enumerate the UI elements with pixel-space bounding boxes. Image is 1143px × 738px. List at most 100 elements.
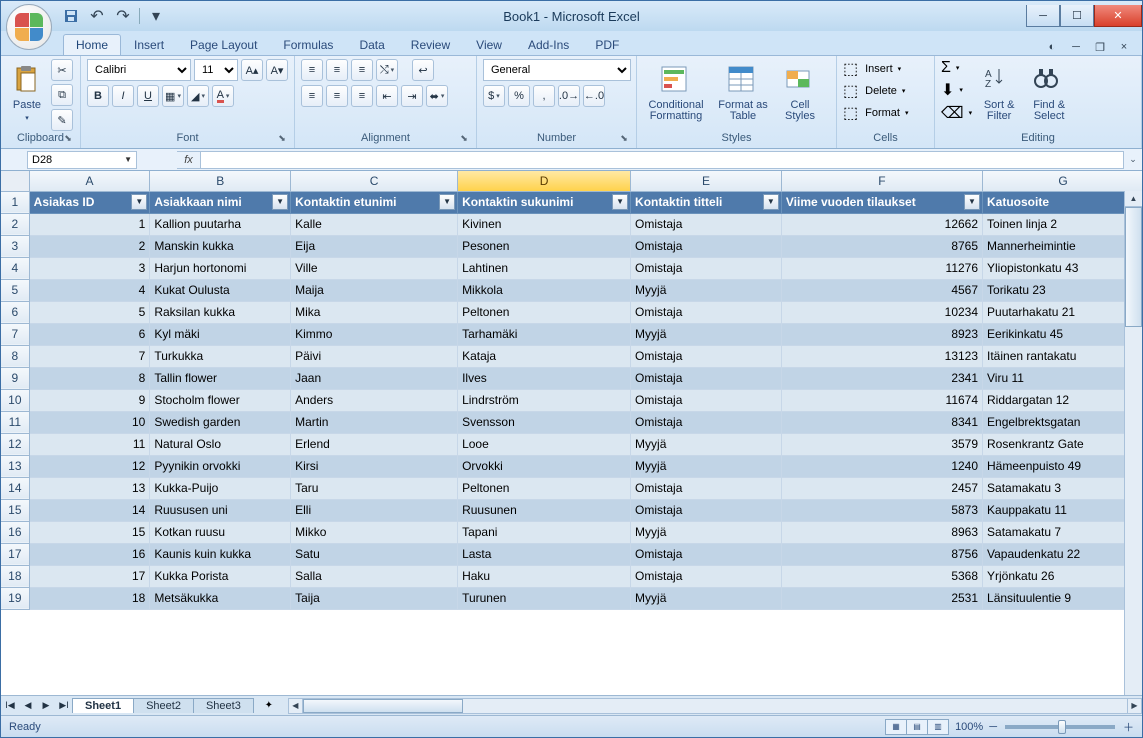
cell[interactable]: 2341 — [781, 367, 982, 389]
merge-center-button[interactable]: ⬌ — [426, 85, 448, 107]
table-header-cell[interactable]: Kontaktin sukunimi▼ — [458, 191, 631, 213]
row-header-13[interactable]: 13 — [1, 455, 29, 477]
ribbon-tab-view[interactable]: View — [463, 34, 515, 55]
cell[interactable]: Omistaja — [631, 477, 782, 499]
fill-icon[interactable]: ⬇ — [941, 80, 954, 100]
spreadsheet-grid[interactable]: ABCDEFG1Asiakas ID▼Asiakkaan nimi▼Kontak… — [1, 171, 1142, 610]
page-layout-view-button[interactable]: ▤ — [906, 719, 928, 735]
row-header-9[interactable]: 9 — [1, 367, 29, 389]
row-header-15[interactable]: 15 — [1, 499, 29, 521]
cell[interactable]: Jaan — [291, 367, 458, 389]
column-header-A[interactable]: A — [29, 171, 150, 191]
cell[interactable]: Stocholm flower — [150, 389, 291, 411]
format-as-table-button[interactable]: Format as Table — [713, 59, 773, 127]
font-name-select[interactable]: Calibri — [87, 59, 191, 81]
row-header-19[interactable]: 19 — [1, 587, 29, 609]
cell[interactable]: Raksilan kukka — [150, 301, 291, 323]
cell[interactable]: Yliopistonkatu 43 — [983, 257, 1142, 279]
percent-format-button[interactable]: % — [508, 85, 530, 107]
next-sheet-button[interactable]: ▶ — [37, 697, 55, 715]
cell[interactable]: Svensson — [458, 411, 631, 433]
filter-dropdown-button[interactable]: ▼ — [612, 194, 628, 210]
cell[interactable]: Omistaja — [631, 257, 782, 279]
cell[interactable]: Myyjä — [631, 279, 782, 301]
cell[interactable]: 11674 — [781, 389, 982, 411]
insert-function-button[interactable]: fx — [177, 151, 201, 169]
cell[interactable]: Lasta — [458, 543, 631, 565]
underline-button[interactable]: U — [137, 85, 159, 107]
cell[interactable]: Länsituulentie 9 — [983, 587, 1142, 609]
cell[interactable]: Omistaja — [631, 543, 782, 565]
cell[interactable]: 8963 — [781, 521, 982, 543]
cell[interactable]: Omistaja — [631, 367, 782, 389]
cell[interactable]: 3 — [29, 257, 150, 279]
cell[interactable]: Turkukka — [150, 345, 291, 367]
cell[interactable]: Maija — [291, 279, 458, 301]
cell[interactable]: Mannerheimintie — [983, 235, 1142, 257]
cell[interactable]: Metsäkukka — [150, 587, 291, 609]
row-header-7[interactable]: 7 — [1, 323, 29, 345]
font-color-button[interactable]: A — [212, 85, 234, 107]
cell[interactable]: Mika — [291, 301, 458, 323]
cell[interactable]: Eerikinkatu 45 — [983, 323, 1142, 345]
sheet-tab-sheet1[interactable]: Sheet1 — [72, 698, 134, 713]
cell[interactable]: 2457 — [781, 477, 982, 499]
cell[interactable]: Omistaja — [631, 235, 782, 257]
cell[interactable]: Ville — [291, 257, 458, 279]
filter-dropdown-button[interactable]: ▼ — [272, 194, 288, 210]
cell[interactable]: 12662 — [781, 213, 982, 235]
undo-icon[interactable]: ↶ — [87, 6, 107, 26]
cell[interactable]: 15 — [29, 521, 150, 543]
comma-format-button[interactable]: , — [533, 85, 555, 107]
cell[interactable]: Ruusunen — [458, 499, 631, 521]
minimize-button[interactable]: ─ — [1026, 5, 1060, 27]
row-header-10[interactable]: 10 — [1, 389, 29, 411]
close-button[interactable]: ✕ — [1094, 5, 1142, 27]
cell[interactable]: Taru — [291, 477, 458, 499]
cell[interactable]: Martin — [291, 411, 458, 433]
cell[interactable]: 13 — [29, 477, 150, 499]
cell[interactable]: Itäinen rantakatu — [983, 345, 1142, 367]
ribbon-tab-insert[interactable]: Insert — [121, 34, 177, 55]
cell[interactable]: Looe — [458, 433, 631, 455]
row-header-4[interactable]: 4 — [1, 257, 29, 279]
row-header-6[interactable]: 6 — [1, 301, 29, 323]
sheet-tab-sheet2[interactable]: Sheet2 — [133, 698, 194, 713]
cell[interactable]: 8756 — [781, 543, 982, 565]
filter-dropdown-button[interactable]: ▼ — [131, 194, 147, 210]
cell[interactable]: Manskin kukka — [150, 235, 291, 257]
ribbon-tab-page-layout[interactable]: Page Layout — [177, 34, 270, 55]
cell[interactable]: 5 — [29, 301, 150, 323]
cell[interactable]: 5873 — [781, 499, 982, 521]
filter-dropdown-button[interactable]: ▼ — [439, 194, 455, 210]
clear-icon[interactable]: ⌫ — [941, 103, 964, 123]
cell[interactable]: Taija — [291, 587, 458, 609]
cell[interactable]: Torikatu 23 — [983, 279, 1142, 301]
cell[interactable]: 11 — [29, 433, 150, 455]
cell[interactable]: 12 — [29, 455, 150, 477]
delete-cells-button[interactable]: Delete — [865, 85, 897, 97]
scroll-up-icon[interactable]: ▲ — [1125, 191, 1142, 207]
row-header-14[interactable]: 14 — [1, 477, 29, 499]
cell[interactable]: Lahtinen — [458, 257, 631, 279]
row-header-2[interactable]: 2 — [1, 213, 29, 235]
cell[interactable]: Anders — [291, 389, 458, 411]
cell[interactable]: Peltonen — [458, 301, 631, 323]
cell[interactable]: Omistaja — [631, 411, 782, 433]
cell[interactable]: Myyjä — [631, 323, 782, 345]
restore-workbook-icon[interactable]: ❐ — [1092, 39, 1108, 55]
row-header-12[interactable]: 12 — [1, 433, 29, 455]
zoom-out-button[interactable]: ─ — [989, 721, 997, 733]
cell[interactable]: Natural Oslo — [150, 433, 291, 455]
row-header-11[interactable]: 11 — [1, 411, 29, 433]
align-middle-button[interactable]: ≡ — [326, 59, 348, 81]
row-header-16[interactable]: 16 — [1, 521, 29, 543]
cut-button[interactable]: ✂ — [51, 59, 73, 81]
help-icon[interactable]: ◐ — [1044, 39, 1060, 55]
insert-cells-button[interactable]: Insert — [865, 63, 893, 75]
cell[interactable]: Myyjä — [631, 521, 782, 543]
align-bottom-button[interactable]: ≡ — [351, 59, 373, 81]
row-header-17[interactable]: 17 — [1, 543, 29, 565]
cell[interactable]: Hämeenpuisto 49 — [983, 455, 1142, 477]
cell[interactable]: Kimmo — [291, 323, 458, 345]
